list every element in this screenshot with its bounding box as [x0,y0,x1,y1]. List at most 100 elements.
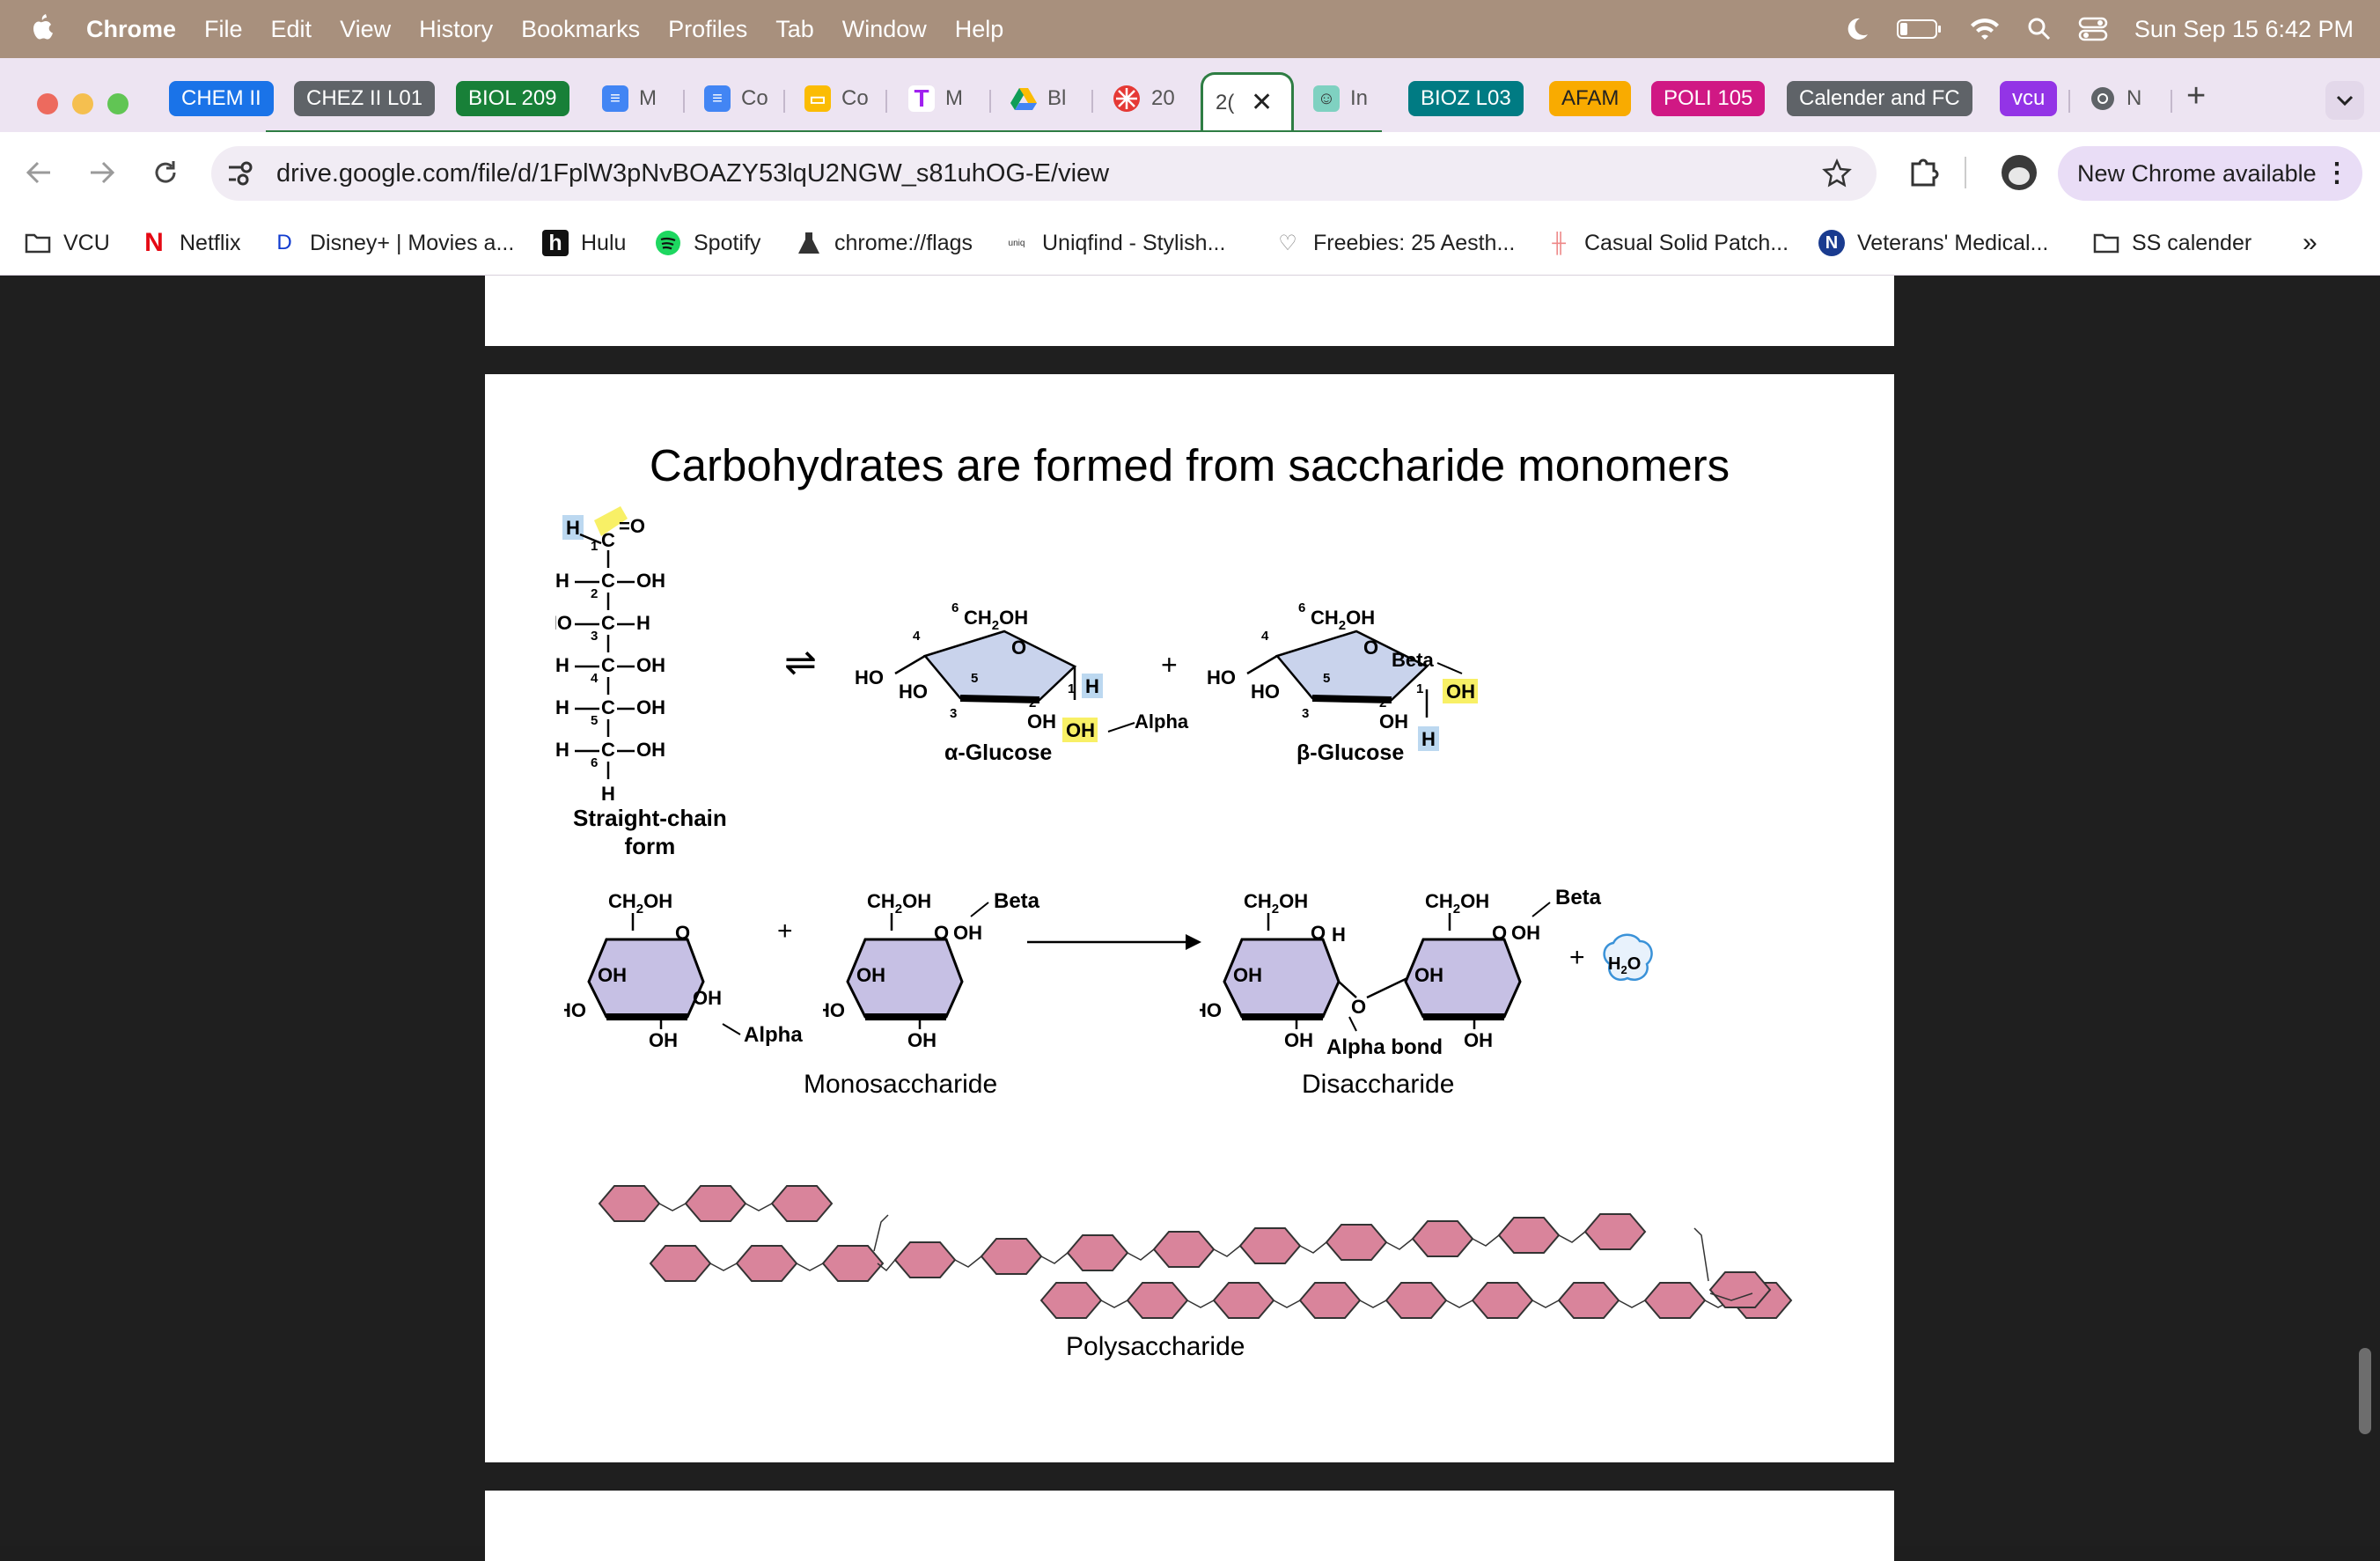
forward-button[interactable] [81,151,123,194]
reload-button[interactable] [144,151,187,194]
svg-text:CH2OH: CH2OH [1244,890,1308,917]
tab-title: M [945,86,963,110]
address-bar[interactable]: drive.google.com/file/d/1FplW3pNvBOAZY53… [211,146,1877,201]
moon-icon[interactable] [1844,16,1870,42]
glucose-unit [1471,1282,1534,1319]
site-info-icon[interactable] [227,160,255,187]
svg-text:H: H [636,612,650,634]
close-window-button[interactable] [37,93,58,114]
bookmark-veterans-medical[interactable]: N Veterans' Medical... [1818,225,2048,261]
glycosidic-link [1186,1300,1215,1308]
glycosidic-link [1558,1231,1586,1243]
bookmark-uniqfind[interactable]: uniq Uniqfind - Stylish... [1003,225,1226,261]
tab-docs-2[interactable]: ≡ Co [704,79,768,118]
svg-text:2: 2 [591,586,598,601]
tab-group-chez-ii-l01[interactable]: CHEZ II L01 [294,79,436,118]
svg-text:O: O [1011,637,1026,659]
svg-text:HO: HO [555,612,572,634]
tab-docs-1[interactable]: ≡ M [602,79,657,118]
new-chrome-available-button[interactable]: New Chrome available ⋮ [2058,146,2362,201]
menu-view[interactable]: View [340,16,391,43]
apple-logo-icon[interactable] [26,12,56,46]
minimize-window-button[interactable] [72,93,93,114]
glucose-unit [684,1185,747,1222]
svg-text:5: 5 [591,713,598,728]
svg-text:H: H [555,570,569,592]
new-tab-icon[interactable]: + [2186,77,2206,115]
glucose-unit [649,1245,712,1282]
battery-icon[interactable] [1896,18,1943,40]
plus-sign: + [1161,649,1178,681]
scrollbar-thumb[interactable] [2359,1348,2371,1434]
bookmark-ss-calender[interactable]: SS calender [2093,225,2251,261]
menu-tab[interactable]: Tab [775,16,814,43]
beta-label: Beta [1392,649,1434,671]
tab-title: 20 [1151,86,1175,110]
svg-text:OH: OH [636,696,665,718]
kebab-menu-icon[interactable]: ⋮ [2324,146,2350,201]
tab-search-button[interactable] [2325,81,2364,120]
svg-text:3: 3 [950,706,957,721]
bookmark-netflix[interactable]: N Netflix [141,225,240,261]
bookmark-casual-solid-patch[interactable]: ╫ Casual Solid Patch... [1546,225,1789,261]
bookmark-vcu[interactable]: VCU [25,225,110,261]
tab-group-vcu[interactable]: vcu [2000,79,2058,118]
tab-group-calender[interactable]: Calender and FC [1787,79,1972,118]
menu-help[interactable]: Help [955,16,1004,43]
bookmark-hulu[interactable]: h Hulu [542,225,626,261]
beta-label: Beta [994,889,1040,913]
glucose-unit [1411,1220,1474,1257]
svg-text:4: 4 [591,671,599,686]
svg-text:OH: OH [1414,964,1443,986]
profile-avatar[interactable] [2002,155,2037,190]
bookmark-label: chrome://flags [834,230,973,255]
tab-chrome[interactable]: N [2090,79,2141,118]
zoom-window-button[interactable] [107,93,129,114]
reaction-arrow-icon [1027,934,1201,950]
beta-glucose-label: β-Glucose [1297,740,1405,765]
bookmark-star-icon[interactable] [1822,158,1852,188]
tab-group-biol-209[interactable]: BIOL 209 [456,79,569,118]
svg-text:OH: OH [1464,1029,1493,1051]
more-bookmarks-icon[interactable]: » [2303,225,2318,261]
tab-group-afam[interactable]: AFAM [1549,79,1632,118]
glycosidic-link [1359,1300,1387,1308]
menu-history[interactable]: History [419,16,493,43]
patch-icon: ╫ [1552,232,1566,254]
tab-in[interactable]: ☺ In [1313,79,1368,118]
menu-file[interactable]: File [204,16,243,43]
wifi-icon[interactable] [1969,17,2001,41]
bookmark-spotify[interactable]: Spotify [655,225,760,261]
bookmark-label: Hulu [581,230,627,255]
svg-text:O: O [1311,922,1326,944]
bookmark-disney[interactable]: D Disney+ | Movies a... [271,225,514,261]
control-center-icon[interactable] [2078,17,2108,41]
tab-t[interactable]: TM [908,79,963,118]
tab-drive[interactable]: Bl [1010,79,1066,118]
menu-window[interactable]: Window [842,16,927,43]
extensions-icon[interactable] [1908,155,1942,188]
tab-group-bioz-l03[interactable]: BIOZ L03 [1408,79,1524,118]
glucose-unit [1238,1227,1302,1264]
tab-slides[interactable]: ▭ Co [804,79,869,118]
menu-clock[interactable]: Sun Sep 15 6:42 PM [2134,16,2354,43]
close-tab-icon[interactable]: ✕ [1251,87,1273,118]
svg-text:HO: HO [899,681,928,703]
search-icon[interactable] [2027,17,2052,41]
glucose-unit [1385,1282,1448,1319]
bookmark-chrome-flags[interactable]: chrome://flags [796,225,973,261]
menu-edit[interactable]: Edit [271,16,312,43]
menu-bookmarks[interactable]: Bookmarks [521,16,640,43]
url-text[interactable]: drive.google.com/file/d/1FplW3pNvBOAZY53… [276,146,1109,201]
tab-group-poli-105[interactable]: POLI 105 [1651,79,1766,118]
disney-icon: D [276,231,292,254]
tab-group-chem-ii[interactable]: CHEM II [169,79,274,118]
back-button[interactable] [18,151,60,194]
menu-profiles[interactable]: Profiles [668,16,747,43]
glycosidic-link [1299,1241,1327,1254]
menu-app-name[interactable]: Chrome [86,16,176,43]
tab-group-label: BIOL 209 [456,81,569,116]
bookmark-freebies[interactable]: ♡ Freebies: 25 Aesth... [1274,225,1515,261]
tab-red[interactable]: 20 [1113,79,1175,118]
reload-icon [155,161,176,183]
